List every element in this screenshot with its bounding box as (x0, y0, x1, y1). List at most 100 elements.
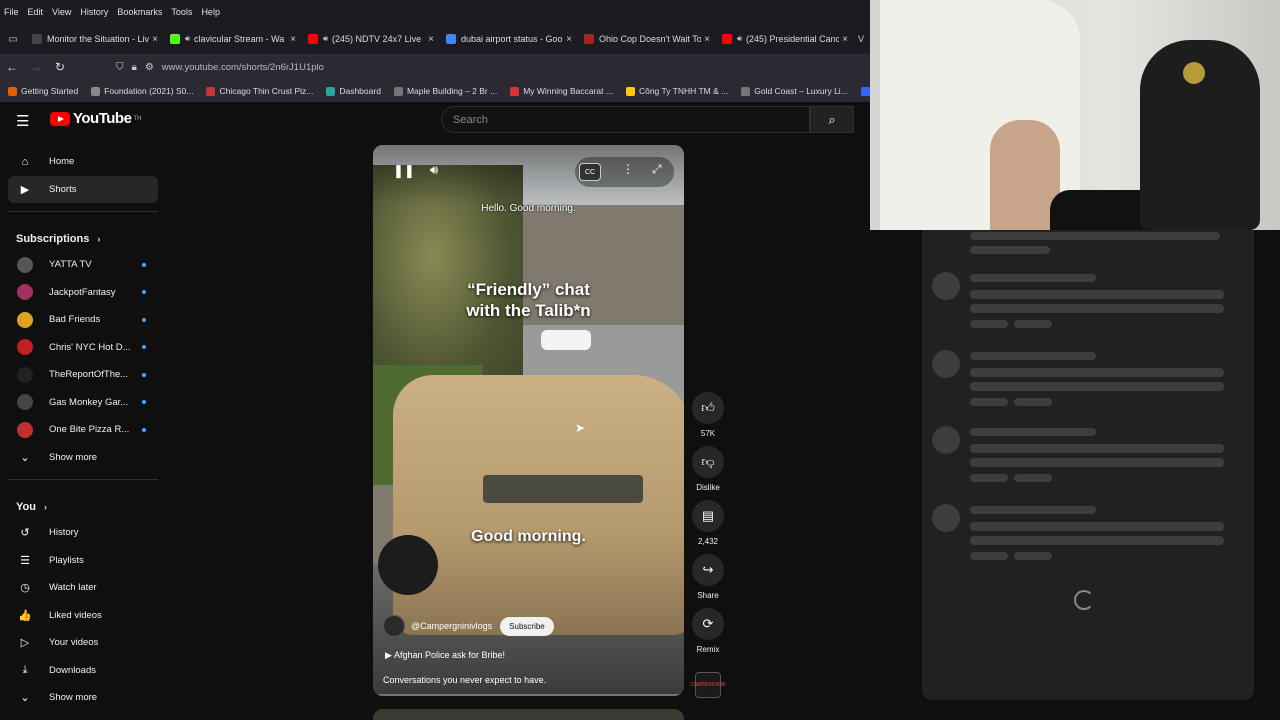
subscription-item[interactable]: One Bite Pizza R... (8, 416, 158, 444)
like-button[interactable]: 👍︎ (692, 392, 724, 424)
subscription-item[interactable]: YATTA TV (8, 251, 158, 279)
video-progress-fill (373, 694, 380, 696)
tab-close-icon[interactable]: × (704, 34, 710, 45)
dislike-button[interactable]: 👎︎ (692, 446, 724, 478)
sidebar-item-shorts[interactable]: ▶ Shorts (8, 175, 158, 203)
remix-button[interactable]: ⟳ (692, 608, 724, 640)
sidebar-item-downloads[interactable]: ⤓ Downloads (8, 657, 158, 685)
bookmark-favicon-icon (860, 86, 870, 96)
tab-audio-icon[interactable]: 🔊︎ (323, 34, 328, 44)
video-description[interactable]: Conversations you never expect to have. (383, 675, 546, 685)
menu-item-edit[interactable]: Edit (28, 7, 44, 17)
subscription-item[interactable]: JackpotFantasy (8, 279, 158, 307)
url-bar[interactable]: ⛉ 🔒︎ ⚙ www.youtube.com/shorts/2n6rJ1U1pl… (116, 57, 870, 77)
tab-favicon-icon (584, 34, 594, 44)
show-more-subscriptions[interactable]: ⌄ Show more (8, 444, 158, 472)
browser-tab[interactable]: dubai airport status - Goo × (440, 26, 578, 52)
forward-button[interactable]: → (24, 60, 48, 74)
bookmark-item[interactable]: Getting Started (8, 86, 78, 96)
permissions-icon[interactable]: ⚙ (145, 62, 154, 73)
youtube-logo-text: YouTube (73, 110, 132, 127)
skeleton-line (970, 522, 1224, 531)
lock-icon[interactable]: 🔒︎ (132, 62, 137, 73)
browser-tab[interactable]: 🔊︎ clavicular Stream - Wa × (164, 26, 302, 52)
pause-icon[interactable]: ❚❚ (393, 163, 415, 179)
tab-close-icon[interactable]: × (566, 34, 572, 45)
tab-audio-icon[interactable]: 🔊︎ (185, 34, 190, 44)
sidebar-item-history[interactable]: ↺ History (8, 519, 158, 547)
tab-audio-icon[interactable]: 🔊︎ (737, 34, 742, 44)
sidebar-item-playlists[interactable]: ☰ Playlists (8, 547, 158, 575)
share-button[interactable]: ↪ (692, 554, 724, 586)
browser-tab[interactable]: 🔊︎ (245) Presidential Canc × (716, 26, 854, 52)
subscription-item[interactable]: TheReportOfThe... (8, 361, 158, 389)
sidebar-item-liked-videos[interactable]: 👍 Liked videos (8, 602, 158, 630)
tab-list-icon[interactable]: ▭ (0, 34, 26, 45)
shorts-icon: ▶ (20, 183, 30, 196)
subscription-item[interactable]: Chris' NYC Hot D... (8, 334, 158, 362)
tab-close-icon[interactable]: × (152, 34, 158, 45)
your-videos-icon: ▷ (20, 637, 30, 650)
search-input[interactable]: Search (441, 106, 810, 133)
volume-icon[interactable]: 🔊︎ (430, 162, 438, 178)
channel-thumbnail-button[interactable]: CAMPERGNINI (690, 672, 726, 698)
comments-button[interactable]: ▤ (692, 500, 724, 532)
tab-close-icon[interactable]: × (428, 34, 434, 45)
bookmark-item[interactable]: Maple Building – 2 Br ... (393, 86, 497, 96)
skeleton-line (970, 246, 1050, 254)
bookmark-favicon-icon (625, 86, 635, 96)
search-button[interactable]: ⌕ (810, 106, 854, 133)
bookmark-item[interactable]: Dashboard (326, 86, 381, 96)
sidebar-item-watch-later[interactable]: ◷ Watch later (8, 574, 158, 602)
captions-icon[interactable]: CC (579, 163, 601, 181)
tab-title: (245) Presidential Canc (746, 34, 840, 44)
subscription-item[interactable]: Gas Monkey Gar... (8, 389, 158, 417)
menu-item-history[interactable]: History (80, 7, 108, 17)
browser-tab[interactable]: Monitor the Situation - Liv × (26, 26, 164, 52)
subscribe-button[interactable]: Subscribe (500, 616, 554, 636)
sidebar-item-your-videos[interactable]: ▷ Your videos (8, 629, 158, 657)
subscriptions-header[interactable]: Subscriptions › (8, 227, 158, 251)
more-options-icon[interactable]: ⋮ (622, 162, 634, 176)
next-short-preview[interactable] (373, 709, 684, 720)
skeleton-line (970, 536, 1224, 545)
channel-row: @Campergninivlogs Subscribe (383, 615, 554, 637)
video-link[interactable]: ▶ Afghan Police ask for Bribe! (385, 650, 505, 661)
browser-tab[interactable]: Ohio Cop Doesn't Wait To × (578, 26, 716, 52)
bookmark-item[interactable]: Sign in - Drea (860, 86, 870, 96)
shorts-video-player[interactable]: ❚❚ 🔊︎ CC ⋮ ⤢ Hello. Good morning. “Frien… (373, 145, 684, 696)
menu-item-file[interactable]: File (4, 7, 19, 17)
show-more-you[interactable]: ⌄ Show more (8, 684, 158, 712)
tab-close-icon[interactable]: × (290, 34, 296, 45)
bookmark-item[interactable]: Chicago Thin Crust Piz... (206, 86, 313, 96)
channel-name[interactable]: @Campergninivlogs (411, 621, 492, 631)
menu-item-tools[interactable]: Tools (171, 7, 192, 17)
you-header[interactable]: You › (8, 495, 158, 519)
browser-menubar: File Edit View History Bookmarks Tools Help (0, 0, 870, 24)
hamburger-menu-icon[interactable]: ☰ (16, 112, 32, 130)
bookmark-item[interactable]: My Winning Baccarat ... (510, 86, 613, 96)
channel-avatar[interactable] (383, 615, 405, 637)
reload-button[interactable]: ↻ (48, 60, 72, 74)
bookmark-label: Gold Coast – Luxury Li... (754, 86, 848, 96)
bookmark-item[interactable]: Công Ty TNHH TM & ... (625, 86, 728, 96)
menu-item-help[interactable]: Help (201, 7, 220, 17)
skeleton-line (970, 274, 1096, 282)
browser-tab[interactable]: 🔊︎ (245) NDTV 24x7 Live × (302, 26, 440, 52)
subscription-label: Bad Friends (49, 314, 101, 326)
menu-item-view[interactable]: View (52, 7, 71, 17)
video-progress-bar[interactable] (373, 694, 684, 696)
sidebar-item-home[interactable]: ⌂ Home (8, 148, 158, 176)
subscription-item[interactable]: Bad Friends (8, 306, 158, 334)
tab-close-icon[interactable]: × (842, 34, 848, 45)
bookmark-item[interactable]: Gold Coast – Luxury Li... (741, 86, 848, 96)
tab-favicon-icon (308, 34, 318, 44)
url-text[interactable]: www.youtube.com/shorts/2n6rJ1U1plo (162, 62, 324, 73)
bookmark-item[interactable]: Foundation (2021) S0... (91, 86, 193, 96)
tab-overflow-indicator[interactable]: V (858, 34, 864, 44)
youtube-logo[interactable]: YouTube TH (50, 110, 141, 127)
fullscreen-icon[interactable]: ⤢ (652, 162, 662, 177)
tracking-shield-icon[interactable]: ⛉ (116, 62, 124, 73)
menu-item-bookmarks[interactable]: Bookmarks (117, 7, 162, 17)
back-button[interactable]: ← (0, 60, 24, 74)
